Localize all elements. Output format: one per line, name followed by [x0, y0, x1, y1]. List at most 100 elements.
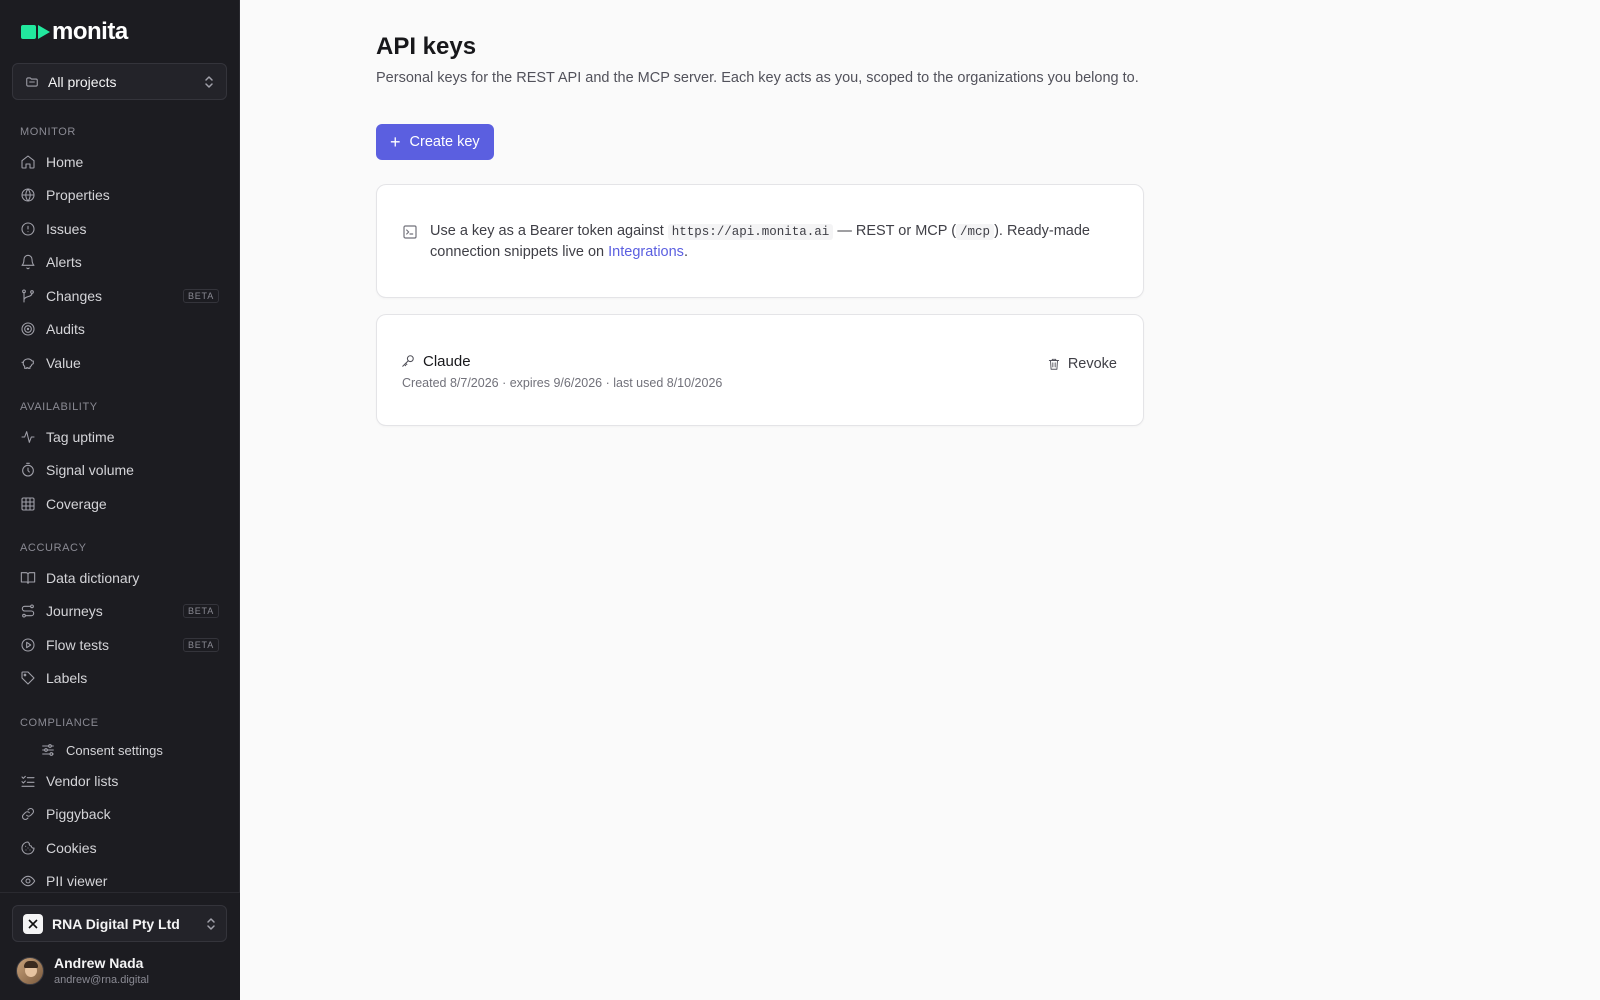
sidebar-item-label: Consent settings [66, 742, 163, 758]
plus-icon: + [390, 132, 401, 152]
page-title: API keys [376, 33, 477, 60]
org-logo-icon [23, 913, 43, 934]
info-text: Use a key as a Bearer token against http… [430, 221, 1120, 262]
grid-icon [20, 496, 36, 512]
logo-text: monita [52, 18, 128, 45]
trash-icon [1048, 358, 1059, 370]
sidebar-item-label: Alerts [46, 254, 82, 270]
project-selector-label: All projects [48, 73, 117, 90]
api-key-meta: Created 8/7/2026 · expires 9/6/2026 · la… [402, 376, 723, 390]
sidebar-item-properties[interactable]: Properties [12, 180, 227, 210]
sidebar-item-piggyback[interactable]: Piggyback [12, 799, 227, 829]
play-circle-icon [20, 637, 36, 653]
activity-icon [20, 429, 36, 445]
revoke-label: Revoke [1067, 356, 1117, 372]
sidebar-item-issues[interactable]: Issues [12, 214, 227, 244]
chevrons-up-down-icon [207, 917, 215, 930]
git-branch-icon [20, 288, 36, 304]
terminal-icon [403, 225, 417, 239]
timer-icon [20, 462, 36, 478]
info-text-part: Use a key as a Bearer token against [430, 223, 668, 239]
sidebar-item-label: Labels [46, 670, 88, 686]
sidebar-item-label: Tag uptime [46, 429, 115, 445]
sidebar-item-label: Piggyback [46, 806, 111, 822]
section-title-availability: AVAILABILITY [20, 401, 98, 413]
user-name: Andrew Nada [54, 955, 144, 971]
sidebar-item-label: Issues [46, 221, 87, 237]
organization-selector-label: RNA Digital Pty Ltd [52, 915, 180, 932]
home-icon [20, 154, 36, 170]
key-icon [402, 355, 414, 367]
monita-logo[interactable]: monita [21, 20, 128, 44]
sidebar-item-label: Journeys [46, 603, 103, 619]
sidebar-item-label: Value [46, 355, 81, 371]
tag-icon [20, 670, 36, 686]
book-icon [20, 570, 36, 586]
sidebar-item-signal-volume[interactable]: Signal volume [12, 455, 227, 485]
sidebar-item-consent-settings[interactable]: Consent settings [32, 735, 227, 765]
beta-badge: BETA [182, 289, 219, 303]
logo-mark-icon [21, 25, 50, 39]
page-description: Personal keys for the REST API and the M… [376, 70, 1139, 86]
sidebar-item-home[interactable]: Home [12, 147, 227, 177]
sidebar-item-label: Coverage [46, 496, 107, 512]
bell-icon [20, 254, 36, 270]
sidebar-item-label: PII viewer [46, 873, 108, 889]
user-email: andrew@rna.digital [54, 974, 149, 986]
sidebar-item-coverage[interactable]: Coverage [12, 489, 227, 519]
info-text-part: . [683, 244, 688, 260]
api-url-code: https://api.monita.ai [667, 224, 834, 240]
sidebar-item-label: Flow tests [46, 637, 110, 653]
sidebar-item-label: Signal volume [46, 462, 134, 478]
folder-icon [26, 76, 38, 87]
create-key-button[interactable]: + Create key [376, 124, 494, 160]
revoke-button[interactable]: Revoke [1047, 356, 1117, 372]
sidebar-item-flow-tests[interactable]: Flow tests BETA [12, 630, 227, 660]
eye-icon [20, 873, 36, 889]
target-icon [20, 321, 36, 337]
sidebar-item-label: Cookies [46, 840, 97, 856]
sidebar-item-label: Home [46, 154, 84, 170]
alert-circle-icon [20, 221, 36, 237]
sidebar-item-label: Data dictionary [46, 570, 140, 586]
section-title-compliance: COMPLIANCE [20, 717, 99, 729]
api-key-name: Claude [423, 353, 471, 370]
sidebar-item-journeys[interactable]: Journeys BETA [12, 596, 227, 626]
beta-badge: BETA [182, 604, 219, 618]
sidebar-item-label: Properties [46, 187, 110, 203]
sidebar-item-data-dictionary[interactable]: Data dictionary [12, 563, 227, 593]
sidebar-item-value[interactable]: Value [12, 348, 227, 378]
section-title-monitor: MONITOR [20, 126, 76, 138]
user-profile[interactable]: Andrew Nada andrew@rna.digital [16, 955, 149, 986]
sidebar-item-changes[interactable]: Changes BETA [12, 281, 227, 311]
sidebar-item-alerts[interactable]: Alerts [12, 247, 227, 277]
sidebar-item-vendor-lists[interactable]: Vendor lists [12, 766, 227, 796]
cookie-icon [20, 840, 36, 856]
sliders-icon [40, 742, 56, 758]
sidebar-item-tag-uptime[interactable]: Tag uptime [12, 422, 227, 452]
integrations-link[interactable]: Integrations [608, 244, 684, 260]
sidebar-item-label: Changes [46, 288, 103, 304]
mcp-path-code: /mcp [956, 224, 995, 240]
avatar [16, 956, 44, 985]
sidebar-footer: RNA Digital Pty Ltd Andrew Nada andrew@r… [0, 892, 240, 1000]
link-icon [20, 806, 36, 822]
section-title-accuracy: ACCURACY [20, 542, 87, 554]
api-key-row: Claude Created 8/7/2026 · expires 9/6/20… [376, 314, 1144, 426]
sidebar-item-label: Audits [46, 321, 85, 337]
sidebar-item-labels[interactable]: Labels [12, 663, 227, 693]
route-icon [20, 603, 36, 619]
globe-icon [20, 187, 36, 203]
sidebar-item-cookies[interactable]: Cookies [12, 833, 227, 863]
sidebar-item-label: Vendor lists [46, 773, 119, 789]
beta-badge: BETA [182, 638, 219, 652]
sidebar: monita All projects MONITOR Home Propert… [0, 0, 240, 1000]
chevrons-up-down-icon [205, 75, 213, 88]
list-checks-icon [20, 773, 36, 789]
sidebar-item-audits[interactable]: Audits [12, 314, 227, 344]
piggy-bank-icon [20, 355, 36, 371]
info-card: Use a key as a Bearer token against http… [376, 184, 1144, 298]
organization-selector[interactable]: RNA Digital Pty Ltd [12, 905, 227, 942]
info-text-part: — REST or MCP ( [833, 223, 957, 239]
project-selector[interactable]: All projects [12, 63, 227, 100]
